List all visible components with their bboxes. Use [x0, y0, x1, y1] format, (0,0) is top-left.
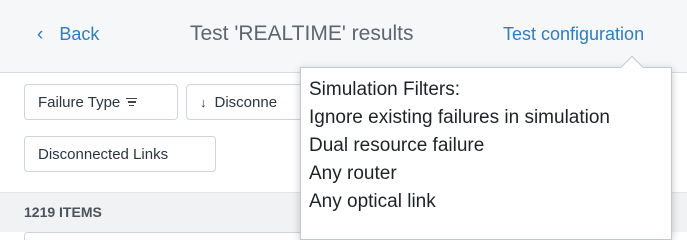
page-title: Test 'REALTIME' results: [190, 22, 414, 45]
chevron-left-icon: ‹: [37, 24, 44, 45]
disconnected-sort-label: Disconne: [214, 93, 278, 111]
simulation-filters-tooltip: Simulation Filters: Ignore existing fail…: [300, 55, 672, 240]
failure-type-label: Failure Type: [38, 93, 121, 111]
back-label: Back: [59, 24, 100, 44]
tooltip-line: Any router: [309, 163, 397, 184]
disconnected-links-chip[interactable]: Disconnected Links: [24, 136, 216, 172]
sort-down-icon: ↓: [200, 94, 207, 110]
tooltip-line: Dual resource failure: [309, 135, 485, 156]
test-configuration-link[interactable]: Test configuration: [503, 24, 644, 45]
tooltip-line: Any optical link: [309, 191, 436, 212]
back-button[interactable]: ‹ Back: [37, 24, 99, 45]
filter-icon: [126, 97, 138, 107]
disconnected-sort-chip[interactable]: ↓ Disconne: [186, 84, 306, 120]
failure-type-filter-chip[interactable]: Failure Type: [24, 84, 178, 120]
disconnected-links-label: Disconnected Links: [38, 145, 169, 163]
item-count: 1219 ITEMS: [24, 204, 102, 220]
tooltip-heading: Simulation Filters:: [309, 79, 460, 100]
tooltip-line: Ignore existing failures in simulation: [309, 107, 610, 128]
page-header: ‹ Back Test 'REALTIME' results Test conf…: [0, 0, 687, 73]
